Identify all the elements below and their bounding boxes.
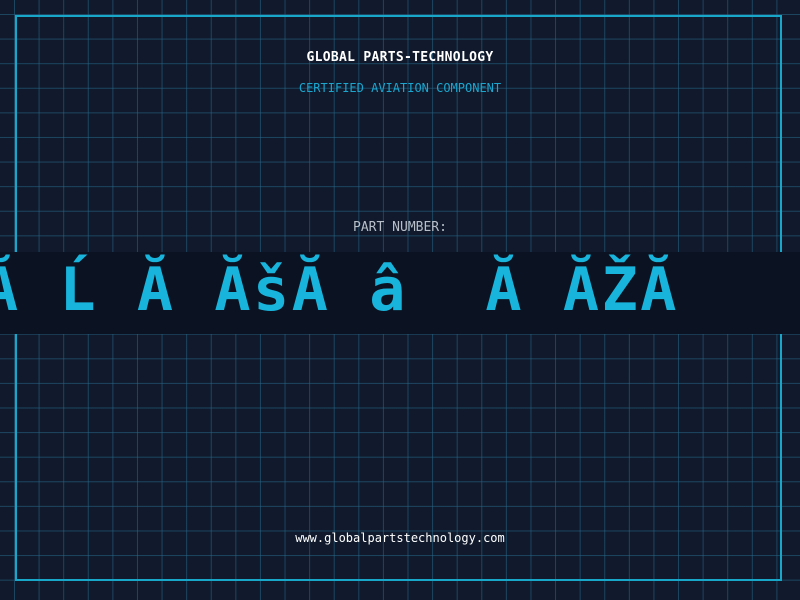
website-url[interactable]: www.globalpartstechnology.com [0, 531, 800, 545]
part-number-label: PART NUMBER: [353, 220, 447, 235]
certificate-page: GLOBAL PARTS-TECHNOLOGY CERTIFIED AVIATI… [0, 0, 800, 600]
company-title: GLOBAL PARTS-TECHNOLOGY [306, 50, 494, 65]
part-number-value: Ă Ĺ Ă ĂšĂ â Ă ĂŽĂ [0, 255, 680, 325]
certification-subtitle: CERTIFIED AVIATION COMPONENT [298, 81, 502, 95]
